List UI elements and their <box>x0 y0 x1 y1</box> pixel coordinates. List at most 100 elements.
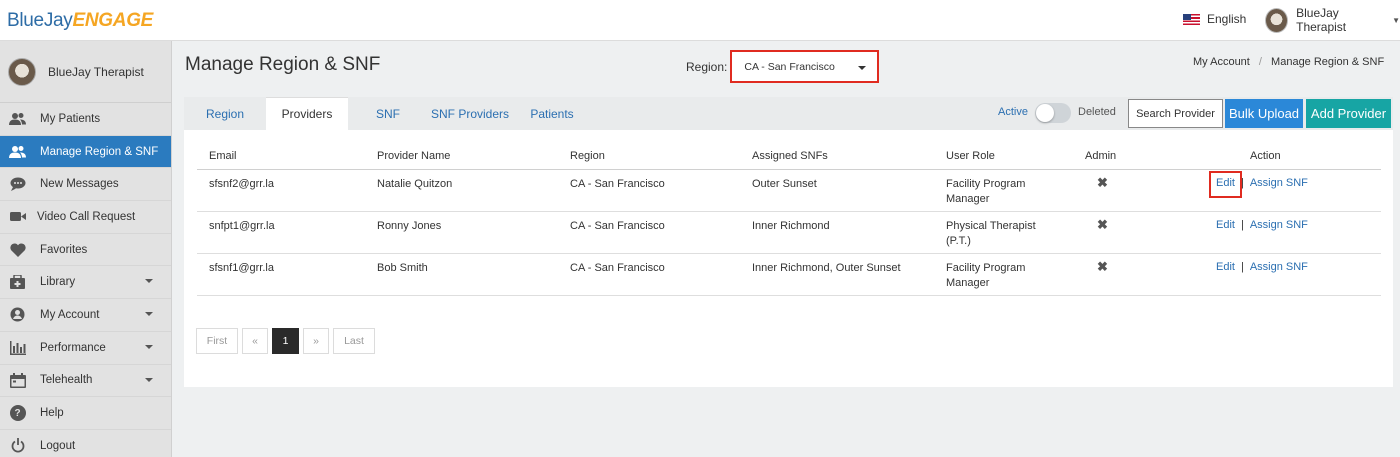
sidebar-item-video-call-request[interactable]: Video Call Request <box>0 201 171 234</box>
action-separator: | <box>1240 177 1244 189</box>
cell-user-role: Facility Program Manager <box>946 262 1026 289</box>
cell-assigned-snfs: Outer Sunset <box>752 178 817 190</box>
chevron-down-icon <box>145 377 153 382</box>
breadcrumb: My Account / Manage Region & SNF <box>1193 56 1384 68</box>
action-separator: | <box>1240 261 1244 273</box>
sidebar-item-my-patients[interactable]: My Patients <box>0 103 171 136</box>
table-row: sfsnf2@grr.la Natalie Quitzon CA - San F… <box>197 170 1381 212</box>
search-provider-button[interactable]: Search Provider <box>1128 99 1223 128</box>
brand-name-part1: BlueJay <box>7 10 73 31</box>
patients-icon <box>9 112 26 126</box>
admin-no-icon: ✖ <box>1097 259 1108 274</box>
edit-link[interactable]: Edit <box>1209 171 1242 198</box>
pagination: First « 1 » Last <box>196 328 375 354</box>
top-bar: BlueJayENGAGE English BlueJay Therapist … <box>0 0 1400 41</box>
sidebar-item-label: Performance <box>40 341 106 354</box>
tab-bar: Region Providers SNF SNF Providers Patie… <box>184 97 1393 130</box>
column-header-admin: Admin <box>1085 150 1117 162</box>
tab-patients[interactable]: Patients <box>524 97 580 130</box>
add-provider-button[interactable]: Add Provider <box>1306 99 1391 128</box>
assign-snf-link[interactable]: Assign SNF <box>1250 219 1308 231</box>
table-header: Email Provider Name Region Assigned SNFs… <box>197 140 1381 170</box>
region-select-value: CA - San Francisco <box>744 60 835 73</box>
admin-no-icon: ✖ <box>1097 217 1108 232</box>
row-actions: Edit | Assign SNF <box>1216 219 1308 231</box>
tab-region[interactable]: Region <box>192 97 258 130</box>
sidebar-item-label: My Patients <box>40 112 101 125</box>
sidebar-item-performance[interactable]: Performance <box>0 332 171 365</box>
sidebar-item-telehealth[interactable]: Telehealth <box>0 365 171 398</box>
deleted-label: Deleted <box>1078 106 1116 118</box>
column-header-provider-name: Provider Name <box>377 150 451 162</box>
sidebar-item-favorites[interactable]: Favorites <box>0 234 171 267</box>
cell-provider-name: Bob Smith <box>377 262 428 274</box>
cell-region: CA - San Francisco <box>570 220 665 232</box>
sidebar-item-label: Favorites <box>40 243 88 256</box>
table-row: snfpt1@grr.la Ronny Jones CA - San Franc… <box>197 212 1381 254</box>
breadcrumb-separator: / <box>1258 56 1262 68</box>
calendar-icon <box>9 372 26 388</box>
edit-link[interactable]: Edit <box>1216 261 1235 273</box>
sidebar-item-label: New Messages <box>40 178 119 191</box>
cell-user-role: Facility Program Manager <box>946 178 1026 205</box>
cell-user-role: Physical Therapist (P.T.) <box>946 220 1036 247</box>
admin-no-icon: ✖ <box>1097 175 1108 190</box>
assign-snf-link[interactable]: Assign SNF <box>1250 261 1308 273</box>
column-header-user-role: User Role <box>946 150 995 162</box>
cell-region: CA - San Francisco <box>570 178 665 190</box>
tab-snf[interactable]: SNF <box>366 97 410 130</box>
column-header-email: Email <box>209 150 237 162</box>
brand-logo[interactable]: BlueJayENGAGE <box>7 10 153 32</box>
region-select[interactable]: CA - San Francisco <box>730 50 880 83</box>
language-selector[interactable]: English <box>1183 12 1246 26</box>
providers-table: Email Provider Name Region Assigned SNFs… <box>197 140 1381 296</box>
pager-prev-button[interactable]: « <box>242 328 268 354</box>
edit-link[interactable]: Edit <box>1216 219 1235 231</box>
sidebar-item-logout[interactable]: Logout <box>0 430 171 457</box>
action-separator: | <box>1240 219 1244 231</box>
tab-providers[interactable]: Providers <box>266 97 348 130</box>
pager-next-button[interactable]: » <box>303 328 329 354</box>
cell-provider-name: Ronny Jones <box>377 220 442 232</box>
chat-icon <box>9 177 26 192</box>
column-header-region: Region <box>570 150 605 162</box>
library-icon <box>9 275 26 290</box>
chevron-down-icon: ▼ <box>1392 15 1400 25</box>
assign-snf-link[interactable]: Assign SNF <box>1250 177 1308 189</box>
users-icon <box>9 145 26 159</box>
sidebar-item-label: Logout <box>40 439 76 452</box>
language-label: English <box>1207 12 1247 26</box>
power-icon <box>9 438 26 453</box>
region-filter: Region: CA - San Francisco <box>686 50 880 83</box>
sidebar-item-help[interactable]: ? Help <box>0 397 171 430</box>
chevron-down-icon <box>145 279 153 284</box>
tab-snf-providers[interactable]: SNF Providers <box>424 97 516 130</box>
brand-name-part2: ENGAGE <box>72 10 154 31</box>
row-actions: Edit | Assign SNF <box>1209 171 1308 198</box>
breadcrumb-my-account[interactable]: My Account <box>1193 56 1250 68</box>
sidebar-user: BlueJay Therapist <box>0 41 171 103</box>
sidebar-item-manage-region-snf[interactable]: Manage Region & SNF <box>0 135 171 169</box>
content-panel: Region Providers SNF SNF Providers Patie… <box>184 97 1393 387</box>
cell-provider-name: Natalie Quitzon <box>377 178 453 190</box>
sidebar-item-label: Help <box>40 407 64 420</box>
row-actions: Edit | Assign SNF <box>1216 261 1308 273</box>
sidebar-item-new-messages[interactable]: New Messages <box>0 168 171 202</box>
bulk-upload-button[interactable]: Bulk Upload <box>1225 99 1303 128</box>
sidebar-item-label: My Account <box>40 308 100 321</box>
sidebar-item-my-account[interactable]: My Account <box>0 299 171 332</box>
sidebar-item-label: Telehealth <box>40 374 93 387</box>
user-name: BlueJay Therapist <box>1296 6 1347 34</box>
pager-current-page[interactable]: 1 <box>272 328 299 354</box>
pager-first-button[interactable]: First <box>196 328 238 354</box>
active-label: Active <box>998 106 1028 118</box>
caret-down-icon <box>858 66 867 70</box>
pager-last-button[interactable]: Last <box>333 328 375 354</box>
sidebar-item-library[interactable]: Library <box>0 266 171 300</box>
active-deleted-toggle[interactable] <box>1035 103 1071 123</box>
column-header-action: Action <box>1250 150 1281 162</box>
bar-chart-icon <box>9 340 26 355</box>
user-menu[interactable]: BlueJay Therapist ▼ <box>1265 6 1400 34</box>
sidebar-item-label: Manage Region & SNF <box>40 145 159 158</box>
avatar <box>1265 7 1289 33</box>
